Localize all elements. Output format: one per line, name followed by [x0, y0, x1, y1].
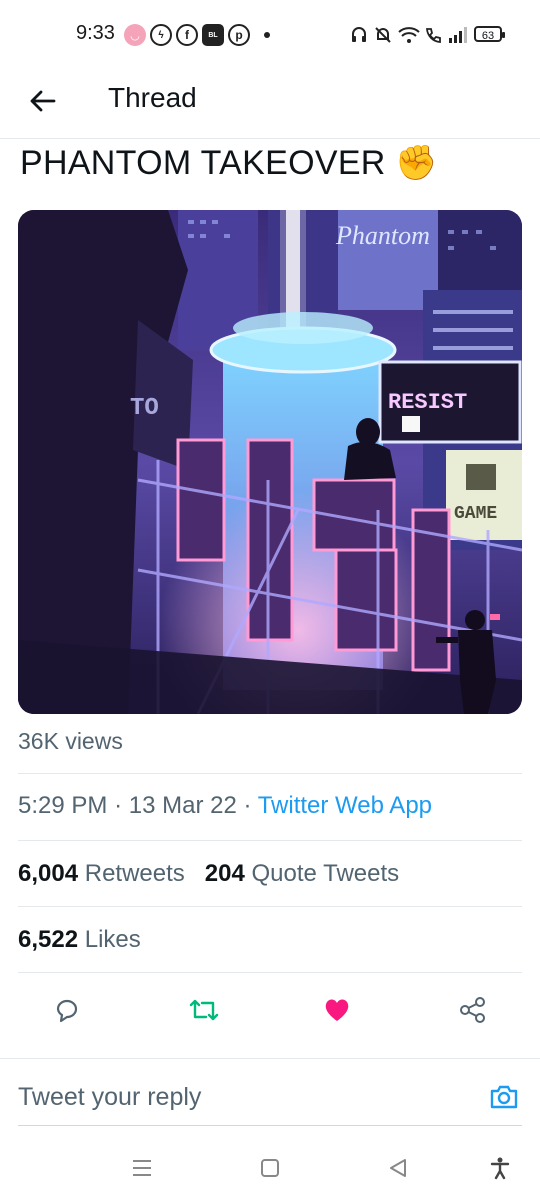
- pinterest-icon: p: [228, 24, 250, 46]
- tweet-media-image[interactable]: Phantom RESIST GAME TO: [18, 210, 522, 714]
- reply-button[interactable]: [52, 995, 82, 1025]
- cyberpunk-city-illustration: Phantom RESIST GAME TO: [18, 210, 522, 714]
- reply-composer: Tweet your reply: [0, 1058, 540, 1129]
- retweet-icon: [189, 999, 219, 1021]
- thread-header: Thread: [0, 70, 540, 139]
- like-button[interactable]: [322, 995, 352, 1025]
- tweet-text: PHANTOM TAKEOVER ✊: [20, 143, 438, 183]
- retweets-label: Retweets: [84, 860, 185, 887]
- system-navigation-bar: [0, 1130, 540, 1200]
- raised-fist-emoji: ✊: [395, 144, 439, 182]
- heart-filled-icon: [325, 999, 349, 1021]
- headset-icon: [350, 26, 368, 49]
- divider: [18, 972, 522, 973]
- status-time: 9:33: [76, 22, 115, 44]
- battery-indicator: 63: [474, 26, 505, 42]
- mute-bell-icon: [374, 26, 392, 49]
- messenger-icon: ϟ: [150, 24, 172, 46]
- tweet-date[interactable]: 13 Mar 22: [129, 792, 237, 819]
- arrow-left-icon: [30, 90, 56, 112]
- accessibility-button[interactable]: [488, 1156, 512, 1180]
- view-count: 36K views: [18, 728, 123, 754]
- svg-text:GAME: GAME: [454, 504, 497, 524]
- retweets-stat[interactable]: 6,004 Retweets: [18, 860, 185, 887]
- tweet-source-link[interactable]: Twitter Web App: [258, 792, 432, 819]
- recent-apps-button[interactable]: [130, 1156, 154, 1180]
- meta-separator: ·: [243, 792, 252, 819]
- home-button[interactable]: [258, 1156, 282, 1180]
- svg-text:Phantom: Phantom: [335, 221, 430, 250]
- triangle-back-icon: [390, 1159, 406, 1177]
- square-home-icon: [261, 1159, 279, 1177]
- camera-button[interactable]: [488, 1081, 520, 1113]
- camera-icon: [490, 1085, 518, 1109]
- quotes-label: Quote Tweets: [251, 860, 400, 887]
- meta-separator: ·: [114, 792, 123, 819]
- likes-stat[interactable]: 6,522 Likes: [18, 926, 141, 954]
- likes-count: 6,522: [18, 926, 79, 953]
- reply-underline: [18, 1125, 522, 1126]
- accessibility-icon: [490, 1157, 510, 1180]
- bling-icon: BL: [202, 24, 224, 46]
- back-button[interactable]: [26, 84, 60, 118]
- signal-icon: [448, 26, 468, 49]
- facebook-icon: f: [176, 24, 198, 46]
- quotes-count: 204: [204, 860, 245, 887]
- likes-label: Likes: [84, 926, 141, 953]
- quotes-stat[interactable]: 204 Quote Tweets: [205, 860, 399, 887]
- reply-icon: [56, 999, 78, 1023]
- wifi-icon: [398, 26, 420, 49]
- tweet-action-bar: [0, 975, 540, 1045]
- retweets-count: 6,004: [18, 860, 79, 887]
- menu-lines-icon: [133, 1160, 151, 1176]
- share-button[interactable]: [458, 995, 488, 1025]
- divider: [18, 906, 522, 907]
- share-icon: [460, 997, 485, 1023]
- system-back-button[interactable]: [386, 1156, 410, 1180]
- tweet-time[interactable]: 5:29 PM: [18, 792, 107, 819]
- more-notifications-dot: [264, 32, 270, 38]
- app-notification-icon: ◡: [124, 24, 146, 46]
- divider: [18, 773, 522, 774]
- reply-input[interactable]: Tweet your reply: [18, 1083, 201, 1112]
- wifi-call-icon: [424, 26, 442, 49]
- svg-text:RESIST: RESIST: [388, 390, 467, 415]
- svg-text:TO: TO: [130, 395, 159, 422]
- tweet-meta: 5:29 PM · 13 Mar 22 · Twitter Web App: [18, 792, 432, 820]
- page-title: Thread: [108, 82, 197, 113]
- divider: [18, 840, 522, 841]
- status-bar: 9:33 ◡ ϟ f BL p 63: [0, 0, 540, 70]
- tweet-text-content: PHANTOM TAKEOVER: [20, 144, 386, 182]
- retweet-button[interactable]: [188, 995, 219, 1025]
- engagement-stats: 6,004 Retweets 204 Quote Tweets: [18, 860, 399, 888]
